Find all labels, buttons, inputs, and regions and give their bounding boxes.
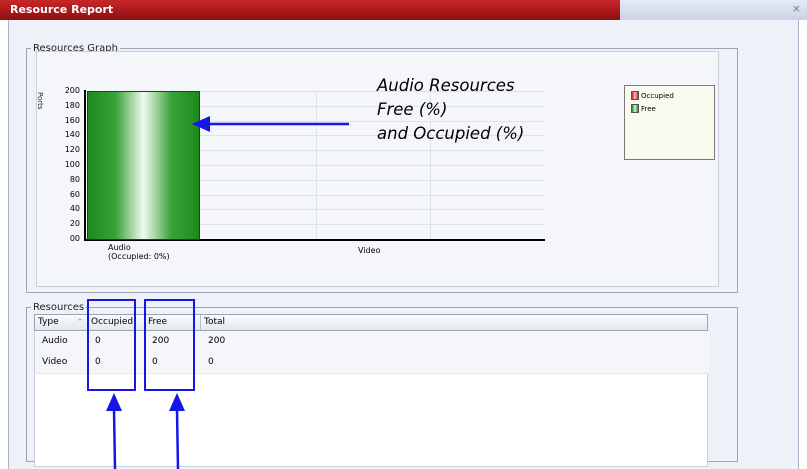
vertical-gridline bbox=[316, 91, 317, 239]
cell-type: Audio bbox=[42, 336, 68, 346]
sort-ascending-icon: ^ bbox=[77, 318, 83, 326]
legend-item-occupied: Occupied bbox=[631, 91, 674, 100]
y-tick-label: 00 bbox=[69, 234, 80, 243]
column-header-type[interactable]: Type ^ bbox=[35, 315, 88, 330]
y-tick-label: 140 bbox=[64, 130, 80, 140]
legend-label: Free bbox=[641, 104, 656, 113]
annotation-line: and Occupied (%) bbox=[377, 124, 525, 143]
y-axis bbox=[84, 90, 86, 240]
cell-total: 200 bbox=[208, 336, 226, 346]
window-title: Resource Report bbox=[0, 0, 640, 20]
free-column-highlight bbox=[144, 299, 195, 391]
y-tick-label: 40 bbox=[69, 204, 80, 214]
y-tick-label: 200 bbox=[64, 86, 80, 95]
occupied-column-highlight bbox=[87, 299, 136, 391]
annotation-text: Audio Resources Free (%) and Occupied (%… bbox=[377, 74, 524, 146]
title-bar: Resource Report × bbox=[0, 0, 807, 20]
column-header-total[interactable]: Total bbox=[201, 315, 709, 330]
resources-legend: Resources bbox=[33, 302, 85, 313]
column-label: Type bbox=[38, 317, 59, 327]
table-row[interactable]: Audio 0 200 200 bbox=[35, 331, 709, 353]
y-tick-label: 120 bbox=[64, 145, 80, 155]
x-category-label: Video bbox=[358, 246, 381, 255]
y-tick-label: 180 bbox=[64, 100, 80, 110]
legend-item-free: Free bbox=[631, 104, 656, 113]
legend-swatch-free bbox=[631, 104, 639, 113]
legend-label: Occupied bbox=[641, 91, 674, 100]
title-bar-fill bbox=[620, 0, 807, 20]
annotation-line: Free (%) bbox=[377, 100, 448, 119]
y-axis-label: Ports bbox=[36, 92, 44, 110]
bar-free-audio bbox=[87, 91, 200, 240]
y-tick-label: 160 bbox=[64, 115, 80, 125]
y-tick-label: 80 bbox=[69, 174, 80, 184]
cell-total: 0 bbox=[208, 357, 214, 367]
y-tick-label: 100 bbox=[64, 160, 80, 169]
y-tick-label: 20 bbox=[69, 219, 80, 229]
y-tick-label: 60 bbox=[69, 189, 80, 199]
legend-swatch-occupied bbox=[631, 91, 639, 100]
table-row[interactable]: Video 0 0 0 bbox=[35, 352, 709, 374]
close-icon[interactable]: × bbox=[792, 2, 801, 15]
cell-type: Video bbox=[42, 357, 68, 367]
chart-legend: Occupied Free bbox=[624, 85, 715, 160]
x-category-label: Audio (Occupied: 0%) bbox=[108, 243, 170, 261]
annotation-line: Audio Resources bbox=[377, 76, 515, 95]
